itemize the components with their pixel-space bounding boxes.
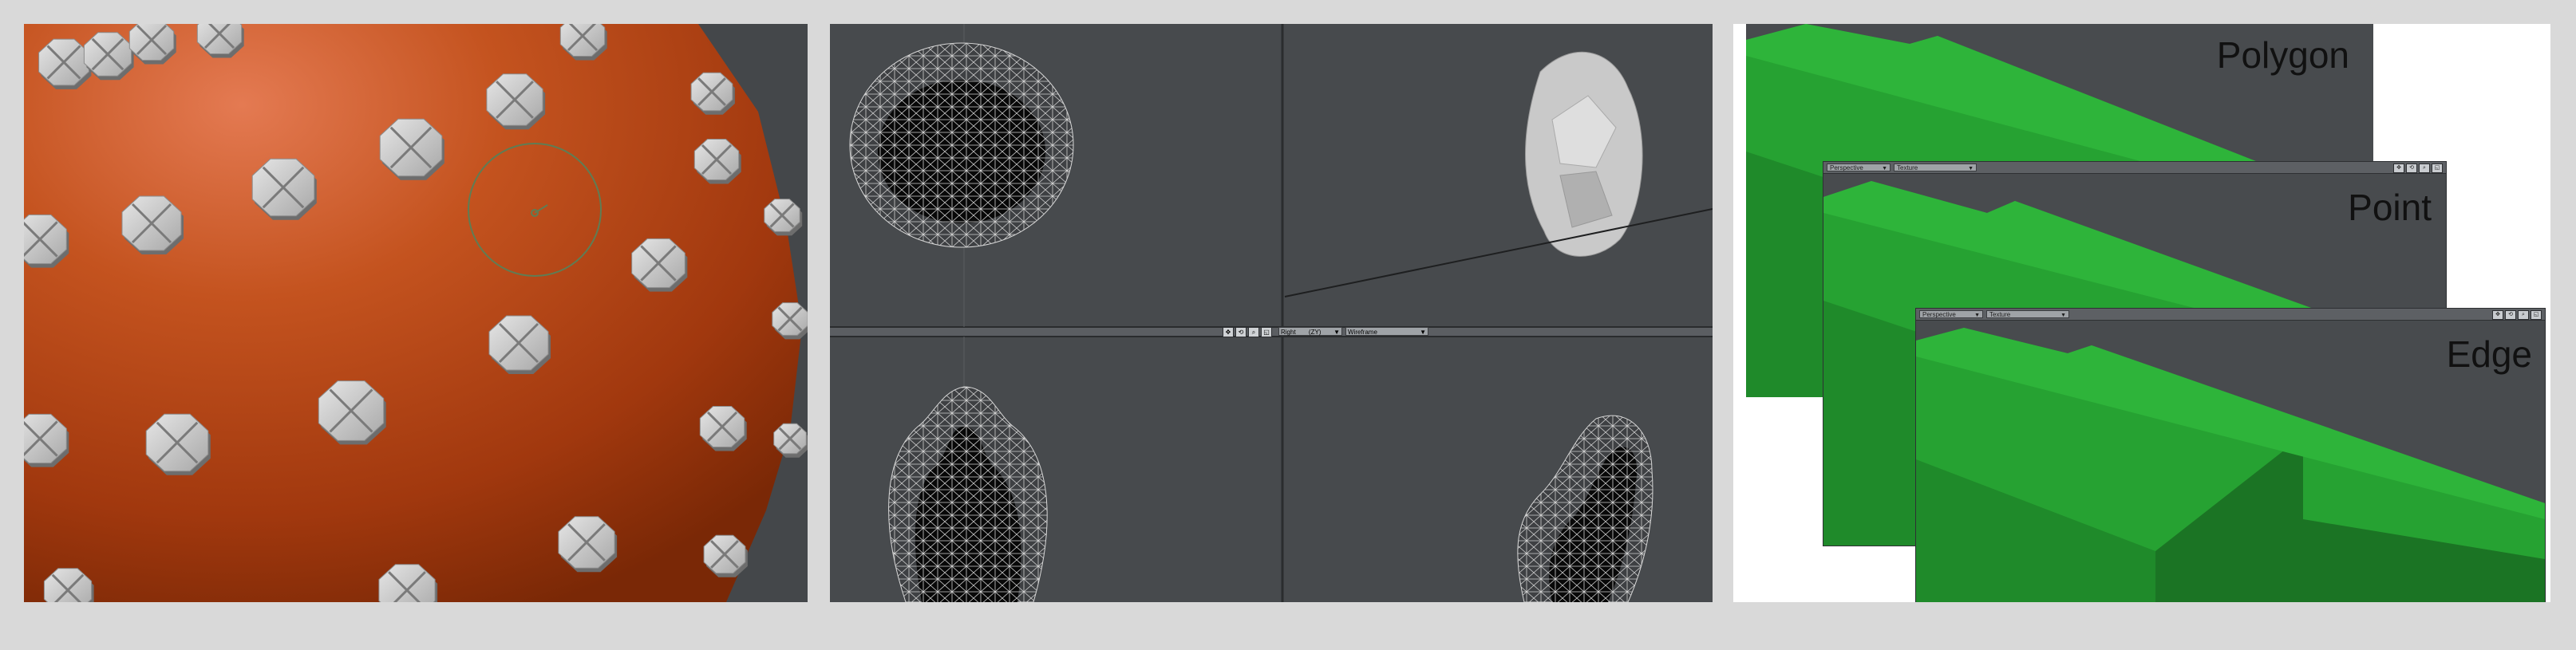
mode-label-point: Point <box>2348 187 2432 228</box>
view-dropdown-label: Perspective <box>1830 164 1863 171</box>
chevron-down-icon: ▼ <box>1974 313 1980 318</box>
viewport-titlebar: Perspective ▼ Texture ▼ ✥ ⟲ ⌕ ◱ <box>1823 162 2446 174</box>
render-mode-dropdown[interactable]: Wireframe ▼ <box>1345 327 1428 336</box>
move-view-icon[interactable]: ✥ <box>2492 310 2503 320</box>
render-dropdown-label: Texture <box>1989 311 2011 318</box>
sphere[interactable] <box>24 24 802 602</box>
viewport-edge[interactable]: Perspective ▼ Texture ▼ ✥ ⟲ ⌕ ◱ Edge <box>1915 308 2546 602</box>
chevron-down-icon: ▼ <box>1882 166 1887 171</box>
view-dropdown[interactable]: Perspective ▼ <box>1919 310 1983 318</box>
wireframe-blob-bottom-left <box>888 386 1048 602</box>
quad-toolbar: ✥ ⟲ ⌕ ◱ Right (ZY) ▼ Wireframe ▼ <box>1223 327 1494 337</box>
chevron-down-icon: ▼ <box>1968 166 1973 171</box>
quad-scene <box>830 24 1713 602</box>
render-dropdown-label: Texture <box>1897 164 1918 171</box>
zoom-icon[interactable]: ⌕ <box>2518 310 2529 320</box>
zoom-icon[interactable]: ⌕ <box>2419 163 2430 173</box>
solid-blob <box>1525 51 1643 257</box>
modeler-viewport[interactable] <box>24 24 808 602</box>
mode-label-polygon: Polygon <box>2216 34 2349 76</box>
view-dropdown[interactable]: Perspective ▼ <box>1827 163 1891 171</box>
viewport-titlebar: Perspective ▼ Texture ▼ ✥ ⟲ ⌕ ◱ <box>1916 309 2545 321</box>
view-dropdown[interactable]: Right (ZY) ▼ <box>1278 327 1342 336</box>
wireframe-blob-bottom-right <box>1517 415 1653 602</box>
render-mode-label: Wireframe <box>1348 329 1377 336</box>
render-dropdown[interactable]: Texture ▼ <box>1986 310 2069 318</box>
wireframe-dome-top <box>849 42 1074 248</box>
maximize-icon[interactable]: ◱ <box>1261 327 1272 337</box>
chevron-down-icon: ▼ <box>2060 313 2066 318</box>
rotate-view-icon[interactable]: ⟲ <box>1235 327 1247 337</box>
view-axis-label: (ZY) <box>1308 329 1322 336</box>
mode-label-edge: Edge <box>2446 333 2532 375</box>
chevron-down-icon: ▼ <box>1333 329 1340 336</box>
maximize-icon[interactable]: ◱ <box>2531 310 2542 320</box>
maximize-icon[interactable]: ◱ <box>2432 163 2443 173</box>
sphere-scene <box>24 24 808 602</box>
rotate-view-icon[interactable]: ⟲ <box>2505 310 2516 320</box>
move-view-icon[interactable]: ✥ <box>2393 163 2404 173</box>
selection-mode-comparison: Polygon Perspective ▼ Texture ▼ ✥ ⟲ ⌕ ◱ Po… <box>1733 24 2550 602</box>
quad-viewport[interactable]: ✥ ⟲ ⌕ ◱ Right (ZY) ▼ Wireframe ▼ <box>830 24 1713 602</box>
zoom-icon[interactable]: ⌕ <box>1248 327 1259 337</box>
chevron-down-icon: ▼ <box>1420 329 1426 336</box>
view-label: Right <box>1281 329 1296 336</box>
move-view-icon[interactable]: ✥ <box>1223 327 1234 337</box>
rotate-view-icon[interactable]: ⟲ <box>2406 163 2417 173</box>
view-dropdown-label: Perspective <box>1922 311 1956 318</box>
render-dropdown[interactable]: Texture ▼ <box>1894 163 1977 171</box>
